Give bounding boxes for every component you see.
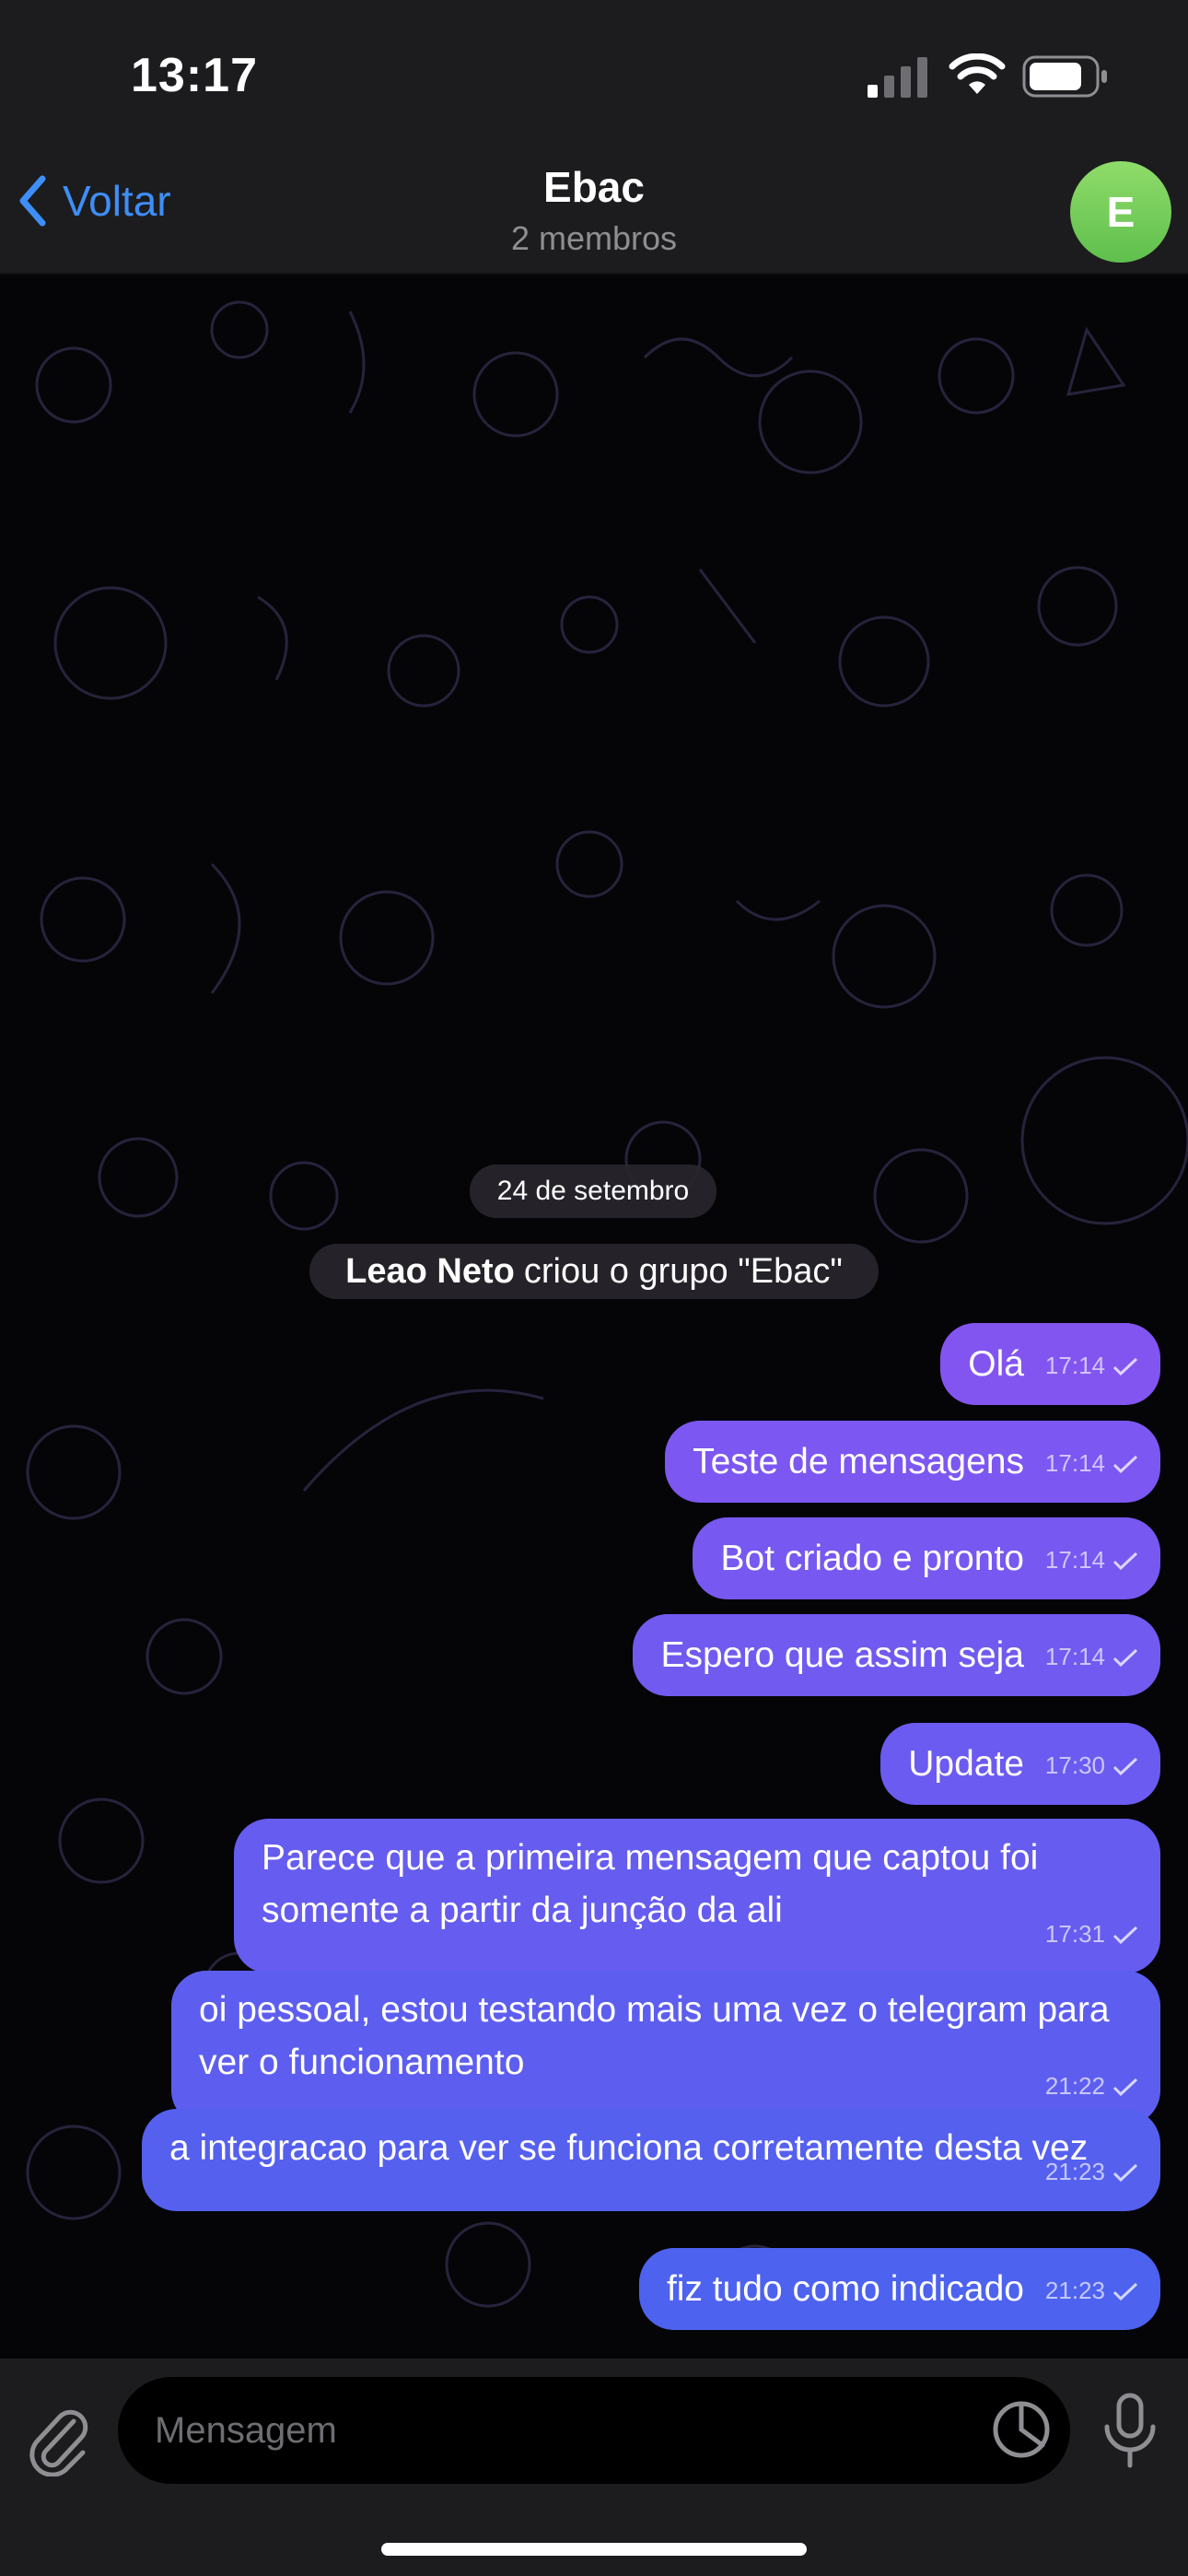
message-time: 17:30 [1044, 1751, 1105, 1779]
message-bubble[interactable]: a integracao para ver se funciona corret… [142, 2109, 1160, 2211]
signal-icon [868, 57, 927, 98]
message-bubble[interactable]: Parece que a primeira mensagem que capto… [234, 1819, 1160, 1973]
home-indicator[interactable] [381, 2543, 807, 2556]
message-time: 17:14 [1044, 1643, 1105, 1670]
message-time: 17:14 [1044, 1449, 1105, 1477]
status-bar: 13:17 [0, 0, 1188, 147]
read-check-icon [1112, 2163, 1138, 2182]
message-text: Teste de mensagens [693, 1442, 1024, 1481]
message-meta: 17:14 [1045, 1534, 1138, 1587]
read-check-icon [1112, 1455, 1138, 1473]
message-bubble[interactable]: Olá 17:14 [940, 1323, 1160, 1405]
member-count: 2 membros [510, 219, 678, 257]
message-time: 17:31 [1044, 1920, 1105, 1948]
chat-title[interactable]: Ebac [0, 162, 1188, 212]
read-check-icon [1112, 2078, 1138, 2096]
paperclip-icon[interactable] [26, 2403, 90, 2476]
sticker-icon[interactable] [991, 2399, 1052, 2460]
message-text: Olá [968, 1344, 1024, 1384]
message-text: Update [908, 1744, 1024, 1784]
read-check-icon [1112, 1551, 1138, 1570]
message-input[interactable] [118, 2377, 1070, 2484]
message-bubble[interactable]: Espero que assim seja 17:14 [633, 1614, 1160, 1696]
message-text: Espero que assim seja [660, 1635, 1024, 1675]
chat-header: Voltar Ebac 2 membros E [0, 147, 1188, 275]
message-text: Parece que a primeira mensagem que capto… [262, 1838, 1039, 1930]
message-bubble[interactable]: fiz tudo como indicado 21:23 [638, 2248, 1160, 2330]
service-text: criou o grupo "Ebac" [523, 1251, 843, 1291]
message-meta: 17:14 [1045, 1437, 1138, 1490]
read-check-icon [1112, 1648, 1138, 1667]
microphone-icon[interactable] [1098, 2392, 1162, 2469]
message-meta: 21:23 [1045, 2265, 1138, 2317]
message-bubble[interactable]: Bot criado e pronto 17:14 [693, 1517, 1160, 1599]
message-meta: 21:22 [1045, 2060, 1138, 2113]
read-check-icon [1112, 2282, 1138, 2301]
message-meta: 17:30 [1045, 1739, 1138, 1792]
wifi-icon [949, 53, 1006, 94]
message-meta: 17:14 [1045, 1631, 1138, 1683]
message-time: 17:14 [1044, 1352, 1105, 1379]
message-text: Bot criado e pronto [720, 1539, 1024, 1578]
service-author: Leao Neto [345, 1251, 515, 1291]
message-text: a integracao para ver se funciona corret… [169, 2128, 1089, 2168]
message-meta: 21:23 [1045, 2146, 1138, 2198]
battery-icon [1022, 55, 1107, 98]
message-text: fiz tudo como indicado [666, 2269, 1024, 2309]
message-time: 21:23 [1044, 2158, 1105, 2185]
status-time: 13:17 [131, 49, 258, 102]
message-bubble[interactable]: Update 17:30 [880, 1723, 1160, 1805]
message-bubble[interactable]: oi pessoal, estou testando mais uma vez … [171, 1971, 1160, 2125]
message-meta: 17:14 [1045, 1340, 1138, 1392]
read-check-icon [1112, 1926, 1138, 1944]
read-check-icon [1112, 1757, 1138, 1775]
message-time: 21:23 [1044, 2277, 1105, 2304]
message-meta: 17:31 [1045, 1908, 1138, 1961]
chat-area[interactable]: 24 de setembro Leao Neto criou o grupo "… [0, 275, 1188, 2359]
message-bubble[interactable]: Teste de mensagens 17:14 [665, 1421, 1160, 1503]
message-time: 17:14 [1044, 1546, 1105, 1574]
message-time: 21:22 [1044, 2072, 1105, 2100]
message-text: oi pessoal, estou testando mais uma vez … [199, 1990, 1110, 2082]
group-avatar[interactable]: E [1070, 161, 1171, 263]
date-separator: 24 de setembro [470, 1165, 716, 1218]
service-message: Leao Neto criou o grupo "Ebac" [309, 1244, 879, 1299]
read-check-icon [1112, 1357, 1138, 1376]
